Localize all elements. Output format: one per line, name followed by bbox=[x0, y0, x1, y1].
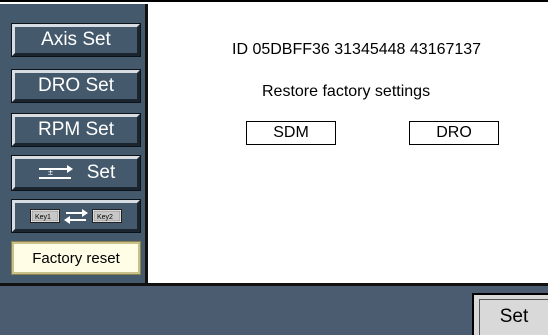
sdm-reset-button[interactable]: SDM bbox=[246, 121, 336, 145]
factory-reset-panel: ID 05DBFF36 31345448 43167137 Restore fa… bbox=[148, 4, 548, 283]
direction-set-label: Set bbox=[86, 162, 116, 183]
svg-text:±: ± bbox=[48, 167, 53, 177]
screen: Axis Set DRO Set RPM Set ± Set Key1 Key2… bbox=[0, 0, 548, 335]
restore-factory-heading: Restore factory settings bbox=[262, 83, 431, 100]
rpm-set-button[interactable]: RPM Set bbox=[11, 113, 141, 147]
direction-set-button[interactable]: ± Set bbox=[11, 155, 141, 191]
factory-reset-label: Factory reset bbox=[32, 249, 120, 267]
axis-set-label: Axis Set bbox=[41, 29, 111, 50]
sidebar-menu: Axis Set DRO Set RPM Set ± Set Key1 Key2… bbox=[0, 4, 148, 283]
set-button-label: Set bbox=[499, 306, 529, 327]
key-swap-button[interactable]: Key1 Key2 bbox=[11, 199, 141, 233]
key2-text: Key2 bbox=[97, 214, 113, 221]
rpm-set-label: RPM Set bbox=[37, 119, 115, 140]
bottom-toolbar: Set bbox=[0, 283, 548, 335]
factory-reset-button[interactable]: Factory reset bbox=[11, 241, 141, 275]
device-id-text: ID 05DBFF36 31345448 43167137 bbox=[232, 41, 482, 58]
swap-arrows-icon bbox=[64, 208, 88, 224]
key1-text: Key1 bbox=[35, 214, 51, 221]
axis-set-button[interactable]: Axis Set bbox=[11, 23, 141, 57]
dro-reset-button[interactable]: DRO bbox=[409, 121, 499, 145]
dro-set-label: DRO Set bbox=[37, 75, 115, 96]
key1-icon: Key1 bbox=[30, 209, 60, 223]
plus-minus-arrows-icon: ± bbox=[37, 163, 73, 183]
key2-icon: Key2 bbox=[92, 209, 122, 223]
set-button[interactable]: Set bbox=[472, 293, 548, 335]
dro-set-button[interactable]: DRO Set bbox=[11, 69, 141, 103]
